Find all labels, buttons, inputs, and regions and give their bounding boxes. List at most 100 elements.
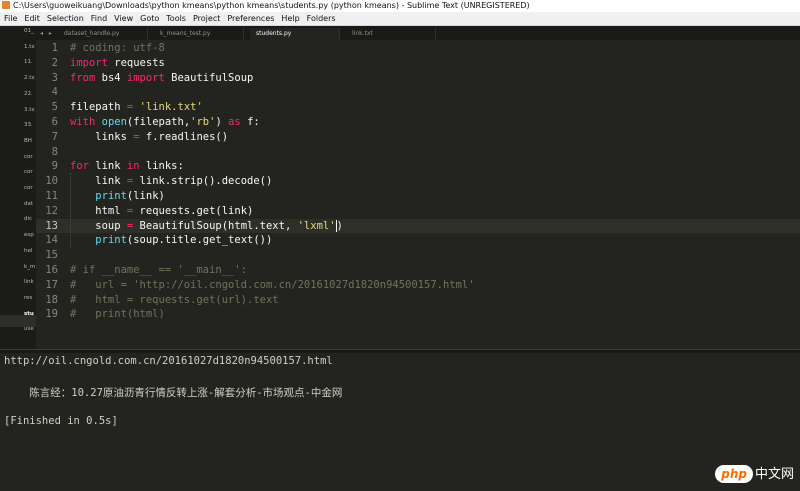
menu-project[interactable]: Project	[189, 12, 223, 25]
code-text: links = f.readlines()	[70, 130, 229, 143]
tab-label: students.py	[256, 30, 292, 37]
code-text: # print(html)	[70, 308, 165, 321]
code-line[interactable]: 1 # coding: utf-8	[36, 41, 800, 56]
sidebar-item[interactable]: cor	[24, 169, 36, 175]
code-line[interactable]: 3 from bs4 import BeautifulSoup	[36, 71, 800, 86]
tab-k-means-test[interactable]: k_means_test.py	[154, 28, 244, 40]
menu-folders[interactable]: Folders	[303, 12, 339, 25]
code-text: # html = requests.get(url).text	[70, 293, 279, 306]
code-line[interactable]: 8	[36, 145, 800, 160]
sidebar-item[interactable]: hel	[24, 248, 36, 254]
code-text: with open(filepath,'rb') as f:	[70, 116, 260, 128]
line-number: 8	[51, 145, 58, 158]
code-line[interactable]: 6 with open(filepath,'rb') as f:	[36, 115, 800, 130]
code-text: filepath = 'link.txt'	[70, 101, 203, 114]
line-number: 14	[45, 234, 58, 247]
tab-bar: ◂ ▸ dataset_handle.py k_means_test.py st…	[36, 26, 800, 40]
menu-file[interactable]: File	[0, 12, 20, 25]
line-number: 1	[51, 42, 58, 54]
file-sidebar: 01_ 1.tx 11. 2.tx 22. 3.tx 33. BH cor cor cor dat di…	[0, 26, 36, 349]
sidebar-item[interactable]: 33.	[24, 122, 36, 128]
php-logo: php	[715, 465, 753, 483]
line-number: 16	[45, 264, 58, 276]
code-line[interactable]: 16 # if __name__ == '__main__':	[36, 263, 800, 278]
code-line[interactable]: 12 html = requests.get(link)	[36, 204, 800, 219]
code-text: print(link)	[95, 190, 165, 202]
tab-label: dataset_handle.py	[64, 30, 120, 37]
output-line-title: 陈言经：10.27原油沥青行情反转上涨-解套分析-市场观点-中金网	[4, 387, 343, 399]
code-line[interactable]: 10 link = link.strip().decode()	[36, 174, 800, 189]
code-line[interactable]: 14 print(soup.title.get_text())	[36, 233, 800, 248]
menu-edit[interactable]: Edit	[20, 12, 43, 25]
menu-bar: File Edit Selection Find View Goto Tools Projec…	[0, 12, 800, 26]
code-line[interactable]: 7 links = f.readlines()	[36, 130, 800, 145]
indent-guide	[70, 173, 71, 247]
code-line[interactable]: 5 filepath = 'link.txt'	[36, 100, 800, 115]
sidebar-item[interactable]: 3.tx	[24, 107, 36, 113]
sidebar-item[interactable]: 01_	[24, 28, 36, 34]
line-number: 6	[51, 116, 58, 128]
output-line-url: http://oil.cngold.com.cn/20161027d1820n9…	[4, 355, 333, 367]
menu-preferences[interactable]: Preferences	[223, 12, 277, 25]
code-text: import requests	[70, 56, 165, 69]
code-text: html = requests.get(link)	[70, 204, 254, 217]
build-output-panel: http://oil.cngold.com.cn/20161027d1820n9…	[0, 353, 800, 491]
code-line[interactable]: 4	[36, 85, 800, 100]
line-number: 3	[51, 71, 58, 84]
line-number: 12	[45, 204, 58, 217]
menu-find[interactable]: Find	[87, 12, 110, 25]
tab-dataset-handle[interactable]: dataset_handle.py	[58, 28, 148, 40]
sidebar-item[interactable]: k_m	[24, 264, 36, 270]
text-caret	[335, 219, 337, 232]
tab-scroll-arrows[interactable]: ◂ ▸	[40, 28, 54, 40]
menu-help[interactable]: Help	[277, 12, 302, 25]
sidebar-item[interactable]: BH	[24, 138, 36, 144]
menu-goto[interactable]: Goto	[136, 12, 162, 25]
sidebar-item[interactable]: link	[24, 279, 36, 285]
code-line[interactable]: 17 # url = 'http://oil.cngold.com.cn/2016…	[36, 278, 800, 293]
code-line[interactable]: 2 import requests	[36, 56, 800, 71]
sidebar-item[interactable]: 1.tx	[24, 44, 36, 50]
line-number: 19	[45, 308, 58, 321]
menu-tools[interactable]: Tools	[162, 12, 189, 25]
sidebar-item[interactable]: use	[24, 326, 36, 332]
code-text: link = link.strip().decode()	[70, 175, 273, 188]
code-editor[interactable]: 1 # coding: utf-8 2 import requests 3 from bs…	[36, 40, 800, 349]
sidebar-item[interactable]: stu	[24, 311, 36, 317]
sidebar-item[interactable]: cor	[24, 185, 36, 191]
code-line[interactable]: 18 # html = requests.get(url).text	[36, 293, 800, 308]
sidebar-item[interactable]: cor	[24, 154, 36, 160]
menu-view[interactable]: View	[110, 12, 136, 25]
code-text: for link in links:	[70, 160, 184, 173]
code-line[interactable]: 13 soup = BeautifulSoup(html.text, 'lxml…	[36, 218, 800, 234]
menu-selection[interactable]: Selection	[43, 12, 87, 25]
code-line[interactable]: 9 for link in links:	[36, 159, 800, 174]
sidebar-item[interactable]: 11.	[24, 59, 36, 65]
window-title-bar: C:\Users\guoweikuang\Downloads\python km…	[0, 0, 800, 12]
sidebar-item[interactable]: dic	[24, 216, 36, 222]
output-line-finished: [Finished in 0.5s]	[4, 415, 118, 427]
watermark-text: 中文网	[754, 467, 794, 482]
code-text: print(soup.title.get_text())	[95, 234, 273, 247]
code-text: soup = BeautifulSoup(html.text, 'lxml')	[70, 219, 343, 232]
sidebar-item[interactable]: esp	[24, 232, 36, 238]
line-number: 2	[51, 56, 58, 69]
code-text: # if __name__ == '__main__':	[70, 264, 248, 276]
code-line[interactable]: 15	[36, 248, 800, 263]
line-number: 7	[51, 130, 58, 143]
tab-link-txt[interactable]: link.txt	[346, 28, 436, 40]
code-line[interactable]: 19 # print(html)	[36, 307, 800, 322]
line-number: 9	[51, 160, 58, 173]
sidebar-item[interactable]: dat	[24, 201, 36, 207]
tab-students[interactable]: students.py	[250, 28, 340, 40]
line-number: 10	[45, 175, 58, 188]
code-line[interactable]: 11 print(link)	[36, 189, 800, 204]
code-text: from bs4 import BeautifulSoup	[70, 71, 254, 84]
line-number: 13	[45, 219, 58, 232]
sidebar-item[interactable]: 22.	[24, 91, 36, 97]
sidebar-item[interactable]: 2.tx	[24, 75, 36, 81]
line-number: 18	[45, 293, 58, 306]
line-number: 15	[45, 249, 58, 262]
sidebar-item[interactable]: res	[24, 295, 36, 301]
tab-label: k_means_test.py	[160, 30, 211, 37]
